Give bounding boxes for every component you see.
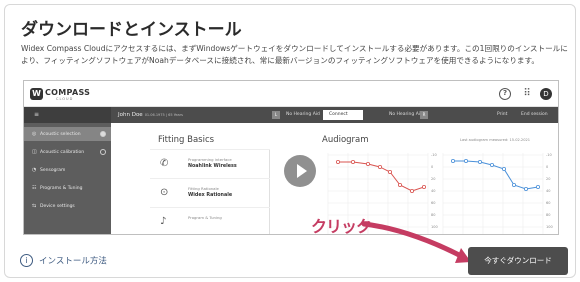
preview-no-aid-right: No Hearing Aid: [389, 112, 423, 117]
scale-label: -10: [546, 153, 552, 157]
preview-end-session: End session: [521, 112, 548, 117]
scale-label: 100: [546, 225, 553, 229]
scale-label: 60: [431, 201, 435, 205]
preview-session-bar: ≡ John Doe 01.06.1975 | 65 Years L No Hea…: [24, 107, 558, 123]
preview-no-aid-left: No Hearing Aid: [286, 112, 320, 117]
apps-grid-icon: ⠿: [523, 88, 531, 99]
pointer-arrow-icon: [361, 221, 471, 263]
panel-heading: ダウンロードとインストール: [21, 20, 242, 40]
fitting-basics-title: Fitting Basics: [158, 135, 215, 145]
preview-logo-sub: CLOUD: [56, 97, 74, 101]
preview-print: Print: [497, 112, 508, 117]
help-icon: ?: [499, 88, 511, 100]
preview-topbar: W COMPASS CLOUD ? ⠿ D: [24, 81, 558, 107]
scale-label: 20: [546, 177, 550, 181]
scale-label: 0: [546, 165, 548, 169]
preview-sidebar: ◎ Acoustic selection ◫ Acoustic calibratio…: [24, 123, 111, 234]
right-ear-icon: R: [420, 111, 428, 119]
scale-label: 60: [546, 201, 550, 205]
preview-sidebar-item: ◔ Sensogram: [32, 167, 66, 173]
panel-description: Widex Compass Cloudにアクセスするには、まずWindowsゲー…: [21, 44, 568, 65]
preview-logo-text: COMPASS: [45, 88, 91, 97]
install-guide-link[interactable]: i インストール方法: [20, 254, 107, 267]
fitting-row: ♪ Program & Tuning: [150, 207, 270, 234]
rationale-icon: ⊙: [160, 187, 169, 198]
preview-connect-button: Connect: [323, 110, 363, 120]
interface-icon: ✆: [160, 158, 169, 169]
tuning-icon: ♪: [160, 216, 167, 227]
preview-sidebar-item: ⇆ Device settings: [32, 203, 75, 209]
compass-logo-icon: W: [30, 88, 43, 100]
fitting-basics-card: ✆ Programming interface Noahlink Wireles…: [150, 149, 270, 234]
video-play-icon[interactable]: [284, 155, 316, 187]
preview-patient: John Doe 01.06.1975 | 65 Years: [118, 112, 183, 118]
scale-label: 80: [431, 213, 435, 217]
scale-label: -10: [431, 153, 437, 157]
scale-label: 80: [546, 213, 550, 217]
sidebar-menu-icon: ≡: [24, 107, 111, 123]
left-ear-icon: L: [272, 111, 280, 119]
scale-label: 0: [431, 165, 433, 169]
fitting-row: ⊙ Fitting Rationale Widex Rationale: [150, 178, 270, 207]
audiogram-measured: Last audiogram measured: 15.02.2021: [460, 138, 531, 142]
audiogram-title: Audiogram: [322, 135, 369, 145]
preview-sidebar-item: ◫ Acoustic calibration: [24, 145, 111, 159]
preview-sidebar-item: ☷ Programs & Tuning: [32, 185, 83, 191]
avatar-icon: D: [540, 88, 552, 100]
scale-label: 40: [546, 189, 550, 193]
info-icon: i: [20, 254, 33, 267]
app-preview-image: W COMPASS CLOUD ? ⠿ D ≡ John Doe 01.06.19…: [23, 80, 559, 235]
scale-label: 20: [431, 177, 435, 181]
fitting-row: ✆ Programming interface Noahlink Wireles…: [150, 149, 270, 178]
scale-label: 40: [431, 189, 435, 193]
preview-sidebar-item: ◎ Acoustic selection: [24, 127, 111, 141]
download-now-button[interactable]: 今すぐダウンロード: [468, 247, 568, 275]
